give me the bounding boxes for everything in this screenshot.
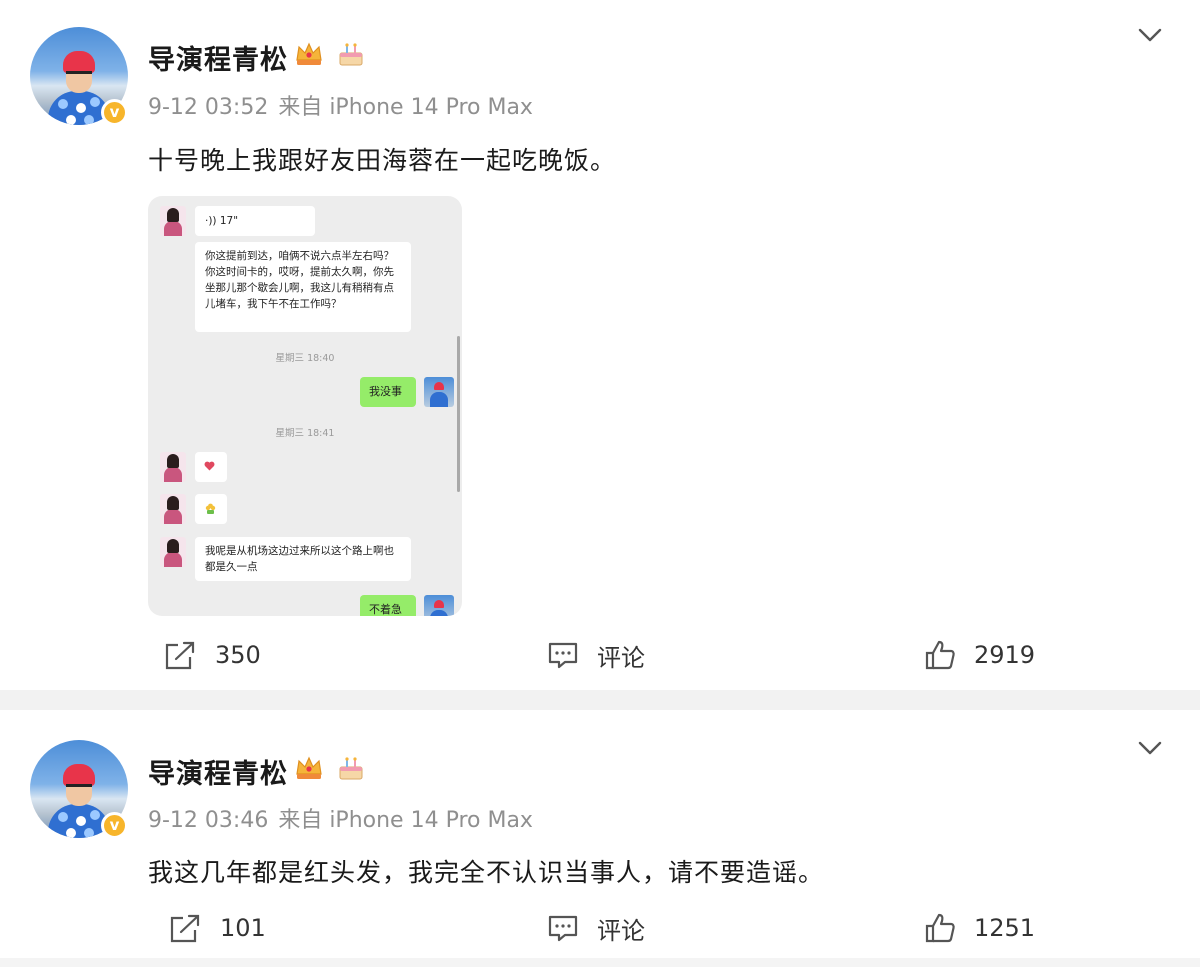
chat-message-bubble: 你这提前到达，咱俩不说六点半左右吗？你这时间卡的，哎呀，提前太久啊，你先坐那儿那… (195, 242, 411, 332)
comment-icon (548, 915, 578, 942)
cake-icon[interactable] (337, 42, 365, 68)
crown-icon[interactable] (294, 40, 324, 68)
post-action-bar: 101 评论 1251 (0, 908, 1200, 948)
my-avatar (424, 377, 454, 407)
emoji-bubble (195, 452, 227, 482)
voice-message-bubble: ·)) 17" (195, 206, 315, 236)
post-text: 十号晚上我跟好友田海蓉在一起吃晚饭。 (148, 146, 617, 175)
chevron-down-icon[interactable] (1136, 25, 1164, 45)
flower-emoji (205, 503, 216, 514)
cake-icon[interactable] (337, 756, 365, 782)
post-source: 来自 iPhone 14 Pro Max (278, 808, 533, 833)
like-icon (925, 640, 955, 670)
chat-message-text: 我呢是从机场这边过来所以这个路上啊也都是久一点 (205, 545, 394, 573)
voice-duration: ·)) 17" (205, 215, 239, 227)
post-action-bar: 350 评论 2919 (0, 635, 1200, 675)
chat-message-bubble: 我呢是从机场这边过来所以这个路上啊也都是久一点 (195, 537, 411, 581)
post-source: 来自 iPhone 14 Pro Max (278, 95, 533, 120)
repost-button[interactable]: 101 (168, 908, 266, 948)
username[interactable]: 导演程青松 (148, 752, 288, 791)
repost-count: 350 (215, 641, 261, 669)
comment-label: 评论 (597, 643, 645, 672)
repost-icon (165, 641, 195, 670)
like-button[interactable]: 2919 (924, 635, 1035, 675)
chat-reply-bubble: 我没事 (360, 377, 416, 407)
verified-badge: v (101, 99, 128, 126)
weibo-post: v 导演程青松 9-12 03:52 来自 iPhone 14 Pro Max 十… (0, 0, 1200, 690)
repost-count: 101 (220, 914, 266, 942)
contact-avatar (160, 206, 186, 236)
post-separator (0, 958, 1200, 967)
like-button[interactable]: 1251 (924, 908, 1035, 948)
comment-button[interactable]: 评论 (547, 908, 645, 948)
contact-avatar (160, 537, 186, 567)
heart-emoji (204, 461, 215, 471)
contact-avatar (160, 494, 186, 524)
contact-avatar (160, 452, 186, 482)
post-meta: 9-12 03:46 来自 iPhone 14 Pro Max (148, 802, 533, 834)
post-meta: 9-12 03:52 来自 iPhone 14 Pro Max (148, 89, 533, 121)
comment-label: 评论 (597, 916, 645, 945)
chat-reply-text: 不着急 (369, 603, 402, 616)
repost-button[interactable]: 350 (163, 635, 261, 675)
chat-screenshot-image[interactable]: ·)) 17" 你这提前到达，咱俩不说六点半左右吗？你这时间卡的，哎呀，提前太久… (148, 196, 462, 616)
post-time: 9-12 03:46 (148, 808, 269, 833)
like-count: 2919 (974, 641, 1036, 669)
chat-reply-text: 我没事 (369, 385, 402, 398)
comment-icon (548, 642, 578, 669)
post-text: 我这几年都是红头发，我完全不认识当事人，请不要造谣。 (148, 858, 825, 887)
chat-timestamp: 星期三 18:40 (275, 353, 335, 364)
emoji-bubble (195, 494, 227, 524)
crown-icon[interactable] (294, 754, 324, 782)
chat-message-text: 你这提前到达，咱俩不说六点半左右吗？你这时间卡的，哎呀，提前太久啊，你先坐那儿那… (205, 250, 394, 310)
username[interactable]: 导演程青松 (148, 38, 288, 77)
like-count: 1251 (974, 914, 1036, 942)
repost-icon (170, 914, 200, 943)
chat-reply-bubble: 不着急 (360, 595, 416, 616)
my-avatar (424, 595, 454, 616)
weibo-post: v 导演程青松 9-12 03:46 来自 iPhone 14 Pro Max 我… (0, 710, 1200, 967)
post-separator (0, 690, 1200, 710)
like-icon (925, 913, 955, 943)
verified-badge: v (101, 812, 128, 839)
chevron-down-icon[interactable] (1136, 738, 1164, 758)
post-time: 9-12 03:52 (148, 95, 269, 120)
comment-button[interactable]: 评论 (547, 635, 645, 675)
chat-timestamp: 星期三 18:41 (275, 428, 335, 439)
